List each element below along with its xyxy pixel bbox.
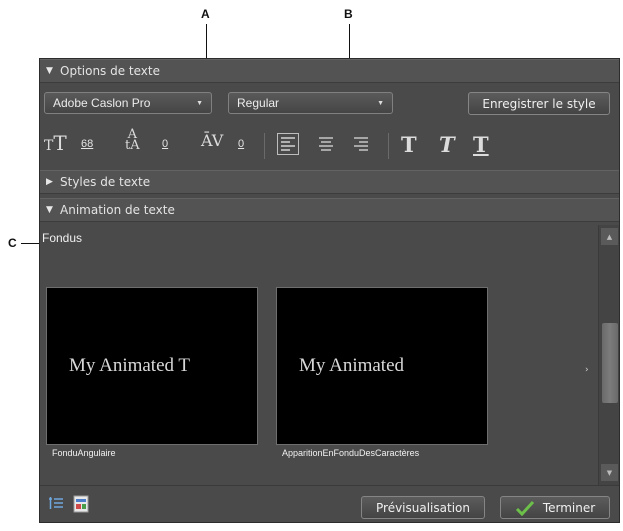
- format-toolbar: TT 68 AtA 0 ĀV 0 T T T: [40, 125, 619, 165]
- tracking-value[interactable]: 0: [238, 138, 244, 150]
- animation-label: FonduAngulaire: [52, 448, 116, 458]
- font-style-value: Regular: [237, 96, 280, 110]
- done-label: Terminer: [542, 500, 596, 515]
- next-arrow-icon[interactable]: ›: [585, 365, 589, 375]
- category-label: Fondus: [42, 231, 83, 245]
- triangle-expand-icon: ▼: [46, 66, 53, 76]
- underline-icon[interactable]: T: [473, 132, 489, 157]
- callout-b: B: [344, 7, 353, 21]
- align-center-icon[interactable]: [315, 133, 337, 155]
- list-indent-icon[interactable]: [48, 496, 64, 512]
- section-text-animation-label: Animation de texte: [60, 203, 175, 217]
- font-style-dropdown[interactable]: Regular ▼: [228, 92, 393, 114]
- section-text-animation[interactable]: ▼ Animation de texte: [40, 198, 619, 222]
- toolbar-divider: [388, 133, 389, 159]
- thumbnail-preview-text: My Animated T: [69, 355, 191, 376]
- save-style-label: Enregistrer le style: [482, 96, 596, 111]
- leading-icon: AtA: [125, 127, 140, 153]
- toolbar-divider: [264, 133, 265, 159]
- italic-icon[interactable]: T: [439, 132, 455, 157]
- save-style-button[interactable]: Enregistrer le style: [468, 92, 610, 115]
- triangle-collapse-icon: ▶: [46, 177, 53, 187]
- scroll-down-icon[interactable]: ▼: [601, 464, 618, 481]
- scrollbar-thumb[interactable]: [602, 323, 618, 403]
- section-text-options[interactable]: ▼ Options de texte: [40, 59, 619, 83]
- scroll-up-icon[interactable]: ▲: [601, 228, 618, 245]
- text-size-icon: TT: [44, 131, 67, 155]
- callout-a: A: [201, 7, 210, 21]
- align-left-icon[interactable]: [277, 133, 299, 155]
- callout-c: C: [8, 236, 17, 250]
- section-text-styles[interactable]: ▶ Styles de texte: [40, 170, 619, 194]
- dropdown-arrow-icon: ▼: [196, 100, 203, 107]
- animation-thumbnail[interactable]: My Animated: [276, 287, 488, 445]
- animation-thumbnail[interactable]: My Animated T: [46, 287, 258, 445]
- triangle-expand-icon: ▼: [46, 205, 53, 215]
- vertical-scrollbar[interactable]: ▲ ▼: [598, 225, 619, 485]
- animation-list: Fondus My Animated T FonduAngulaire My A…: [40, 225, 598, 485]
- section-text-options-label: Options de texte: [60, 64, 160, 78]
- leading-value[interactable]: 0: [162, 138, 168, 150]
- done-button[interactable]: Terminer: [500, 496, 610, 519]
- font-family-value: Adobe Caslon Pro: [53, 96, 151, 110]
- text-panel: ▼ Options de texte Adobe Caslon Pro ▼ Re…: [39, 58, 620, 523]
- bold-icon[interactable]: T: [401, 132, 417, 157]
- checkmark-icon: [515, 500, 534, 516]
- tracking-icon: ĀV: [201, 131, 224, 150]
- section-text-styles-label: Styles de texte: [60, 175, 151, 189]
- font-size-value[interactable]: 68: [81, 138, 93, 150]
- animation-label: ApparitionEnFonduDesCaractères: [282, 448, 420, 458]
- align-right-icon[interactable]: [350, 133, 372, 155]
- document-icon[interactable]: [73, 495, 89, 513]
- font-family-dropdown[interactable]: Adobe Caslon Pro ▼: [44, 92, 212, 114]
- thumbnail-preview-text: My Animated: [299, 355, 405, 376]
- preview-button[interactable]: Prévisualisation: [361, 496, 485, 519]
- dropdown-arrow-icon: ▼: [377, 100, 384, 107]
- preview-label: Prévisualisation: [376, 500, 470, 515]
- panel-footer: Prévisualisation Terminer: [40, 485, 619, 522]
